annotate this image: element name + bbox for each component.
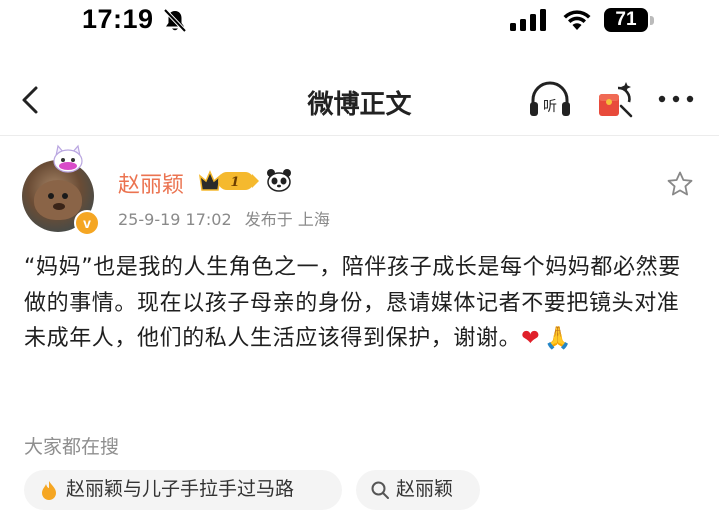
trending-chip[interactable]: 赵丽颖 bbox=[356, 470, 480, 510]
post-date: 25-9-19 17:02 bbox=[118, 210, 232, 229]
vip-badge: 1 bbox=[198, 170, 259, 191]
more-icon[interactable] bbox=[656, 84, 696, 114]
avatar-eye bbox=[62, 193, 68, 199]
post-meta: 25-9-19 17:02 发布于 上海 bbox=[118, 206, 330, 230]
status-bar: 17:19 71 bbox=[0, 0, 719, 44]
star-icon[interactable] bbox=[666, 170, 694, 198]
trending-chip-label: 赵丽颖 bbox=[396, 478, 454, 500]
vip-level: 1 bbox=[230, 175, 239, 190]
trending-title: 大家都在搜 bbox=[24, 436, 120, 458]
author-name[interactable]: 赵丽颖 bbox=[118, 167, 184, 199]
battery-icon: 71 bbox=[604, 8, 654, 32]
nav-divider bbox=[0, 135, 719, 136]
verified-icon: v bbox=[74, 210, 100, 236]
listen-icon[interactable]: 听 bbox=[528, 80, 572, 120]
post-text: “妈妈”也是我的人生角色之一，陪伴孩子成长是每个妈妈都必然要做的事情。现在以孩子… bbox=[24, 250, 696, 357]
bell-off-icon bbox=[163, 8, 187, 33]
status-time: 17:19 bbox=[82, 4, 154, 34]
pray-emoji: 🙏 bbox=[544, 326, 573, 351]
battery-level: 71 bbox=[615, 9, 637, 30]
svg-text:听: 听 bbox=[543, 99, 557, 115]
signal-icon bbox=[510, 9, 546, 31]
avatar-face bbox=[34, 180, 82, 220]
panda-icon bbox=[267, 169, 291, 192]
post-location: 发布于 上海 bbox=[244, 210, 330, 229]
avatar-eye bbox=[48, 193, 54, 199]
heart-emoji: ❤ bbox=[521, 326, 541, 351]
trending-chip[interactable]: 赵丽颖与儿子手拉手过马路 bbox=[24, 470, 342, 510]
avatar-frame-decoration bbox=[53, 144, 83, 173]
nav-bar: 微博正文 听 bbox=[0, 70, 719, 130]
post-body: “妈妈”也是我的人生角色之一，陪伴孩子成长是每个妈妈都必然要做的事情。现在以孩子… bbox=[24, 255, 681, 351]
wifi-icon bbox=[563, 10, 591, 30]
red-packet-icon[interactable] bbox=[596, 80, 634, 120]
avatar-nose bbox=[53, 203, 65, 210]
trending-chip-label: 赵丽颖与儿子手拉手过马路 bbox=[66, 478, 295, 500]
